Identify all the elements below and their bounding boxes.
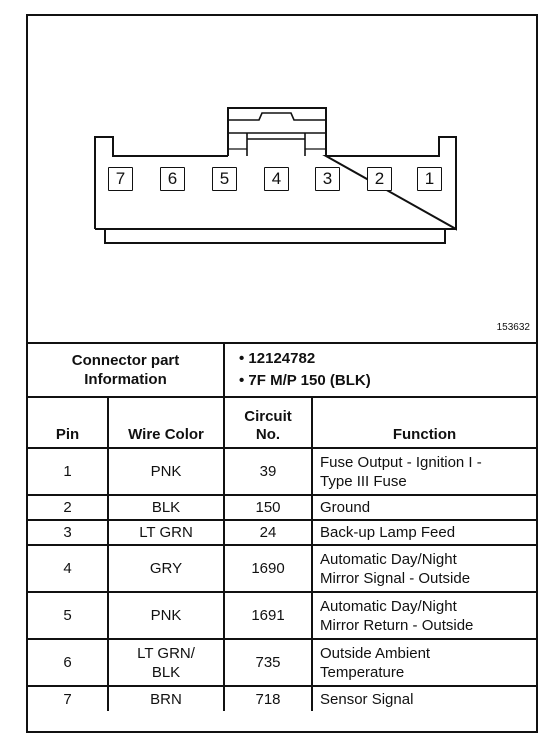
wire-color-cell: LT GRN (106, 519, 226, 546)
pin-3-cavity: 3 (315, 167, 340, 191)
pin-cell: 3 (28, 519, 109, 546)
pin-4-cavity: 4 (264, 167, 289, 191)
wire-color-line: BLK (151, 663, 181, 681)
connector-info-label-line1: Connector part (71, 352, 180, 369)
figure-id: 153632 (496, 322, 530, 333)
function-cell: Automatic Day/Night Mirror Signal - Outs… (311, 544, 537, 593)
pin-7-cavity: 7 (108, 167, 133, 191)
function-line: Mirror Return - Outside (320, 616, 474, 634)
wire-color-cell: BRN (106, 685, 226, 711)
circuit-cell: 1691 (223, 591, 314, 640)
function-cell: Ground (311, 494, 537, 521)
circuit-cell: 24 (223, 519, 314, 546)
wire-color-cell: PNK (106, 591, 226, 640)
pinout-table: Connector part Information • 12124782 • … (28, 344, 537, 711)
table-row: 7 BRN 718 Sensor Signal (28, 685, 537, 711)
pin-cell: 4 (28, 544, 109, 593)
function-cell: Back-up Lamp Feed (311, 519, 537, 546)
function-line: Automatic Day/Night (320, 550, 457, 568)
connector-description: • 7F M/P 150 (BLK) (239, 372, 371, 389)
pin-cell: 5 (28, 591, 109, 640)
function-line: Automatic Day/Night (320, 597, 457, 615)
function-cell: Fuse Output - Ignition I - Type III Fuse (311, 447, 537, 496)
wire-color-cell: BLK (106, 494, 226, 521)
connector-info-row: Connector part Information • 12124782 • … (28, 344, 537, 398)
function-line: Outside Ambient (320, 644, 431, 662)
table-row: 3 LT GRN 24 Back-up Lamp Feed (28, 519, 537, 546)
header-wire-color: Wire Color (106, 396, 226, 449)
connector-diagram: 7 6 5 4 3 2 1 153632 (28, 16, 536, 344)
circuit-cell: 735 (223, 638, 314, 687)
pin-cell: 1 (28, 447, 109, 496)
table-row: 2 BLK 150 Ground (28, 494, 537, 521)
pin-cell: 2 (28, 494, 109, 521)
circuit-cell: 1690 (223, 544, 314, 593)
function-cell: Outside Ambient Temperature (311, 638, 537, 687)
header-circuit-line1: Circuit (244, 408, 292, 425)
function-cell: Sensor Signal (311, 685, 537, 711)
table-row: 4 GRY 1690 Automatic Day/Night Mirror Si… (28, 544, 537, 593)
connector-end-view-sheet: 7 6 5 4 3 2 1 153632 Connector part Info… (26, 14, 538, 733)
header-circuit-no: Circuit No. (223, 396, 314, 449)
wire-color-cell: LT GRN/ BLK (106, 638, 226, 687)
circuit-cell: 718 (223, 685, 314, 711)
wire-color-line: LT GRN/ (137, 644, 195, 662)
function-line: Type III Fuse (320, 472, 407, 490)
circuit-cell: 150 (223, 494, 314, 521)
column-header-row: Pin Wire Color Circuit No. Function (28, 396, 537, 449)
header-function: Function (311, 396, 537, 449)
function-cell: Automatic Day/Night Mirror Return - Outs… (311, 591, 537, 640)
pin-5-cavity: 5 (212, 167, 237, 191)
table-row: 1 PNK 39 Fuse Output - Ignition I - Type… (28, 447, 537, 496)
table-row: 6 LT GRN/ BLK 735 Outside Ambient Temper… (28, 638, 537, 687)
pin-cell: 7 (28, 685, 109, 711)
pin-6-cavity: 6 (160, 167, 185, 191)
pin-cell: 6 (28, 638, 109, 687)
header-pin: Pin (28, 396, 109, 449)
part-number: • 12124782 (239, 350, 316, 367)
function-line: Fuse Output - Ignition I - (320, 453, 482, 471)
pin-2-cavity: 2 (367, 167, 392, 191)
wire-color-cell: PNK (106, 447, 226, 496)
connector-info-label-line2: Information (84, 371, 167, 388)
header-circuit-line2: No. (255, 426, 281, 443)
function-line: Mirror Signal - Outside (320, 569, 471, 587)
pin-1-cavity: 1 (417, 167, 442, 191)
connector-info-label: Connector part Information (28, 344, 226, 398)
wire-color-cell: GRY (106, 544, 226, 593)
connector-bottom-rail (104, 229, 446, 244)
connector-info-values: • 12124782 • 7F M/P 150 (BLK) (223, 344, 537, 398)
function-line: Temperature (320, 663, 405, 681)
circuit-cell: 39 (223, 447, 314, 496)
table-row: 5 PNK 1691 Automatic Day/Night Mirror Re… (28, 591, 537, 640)
